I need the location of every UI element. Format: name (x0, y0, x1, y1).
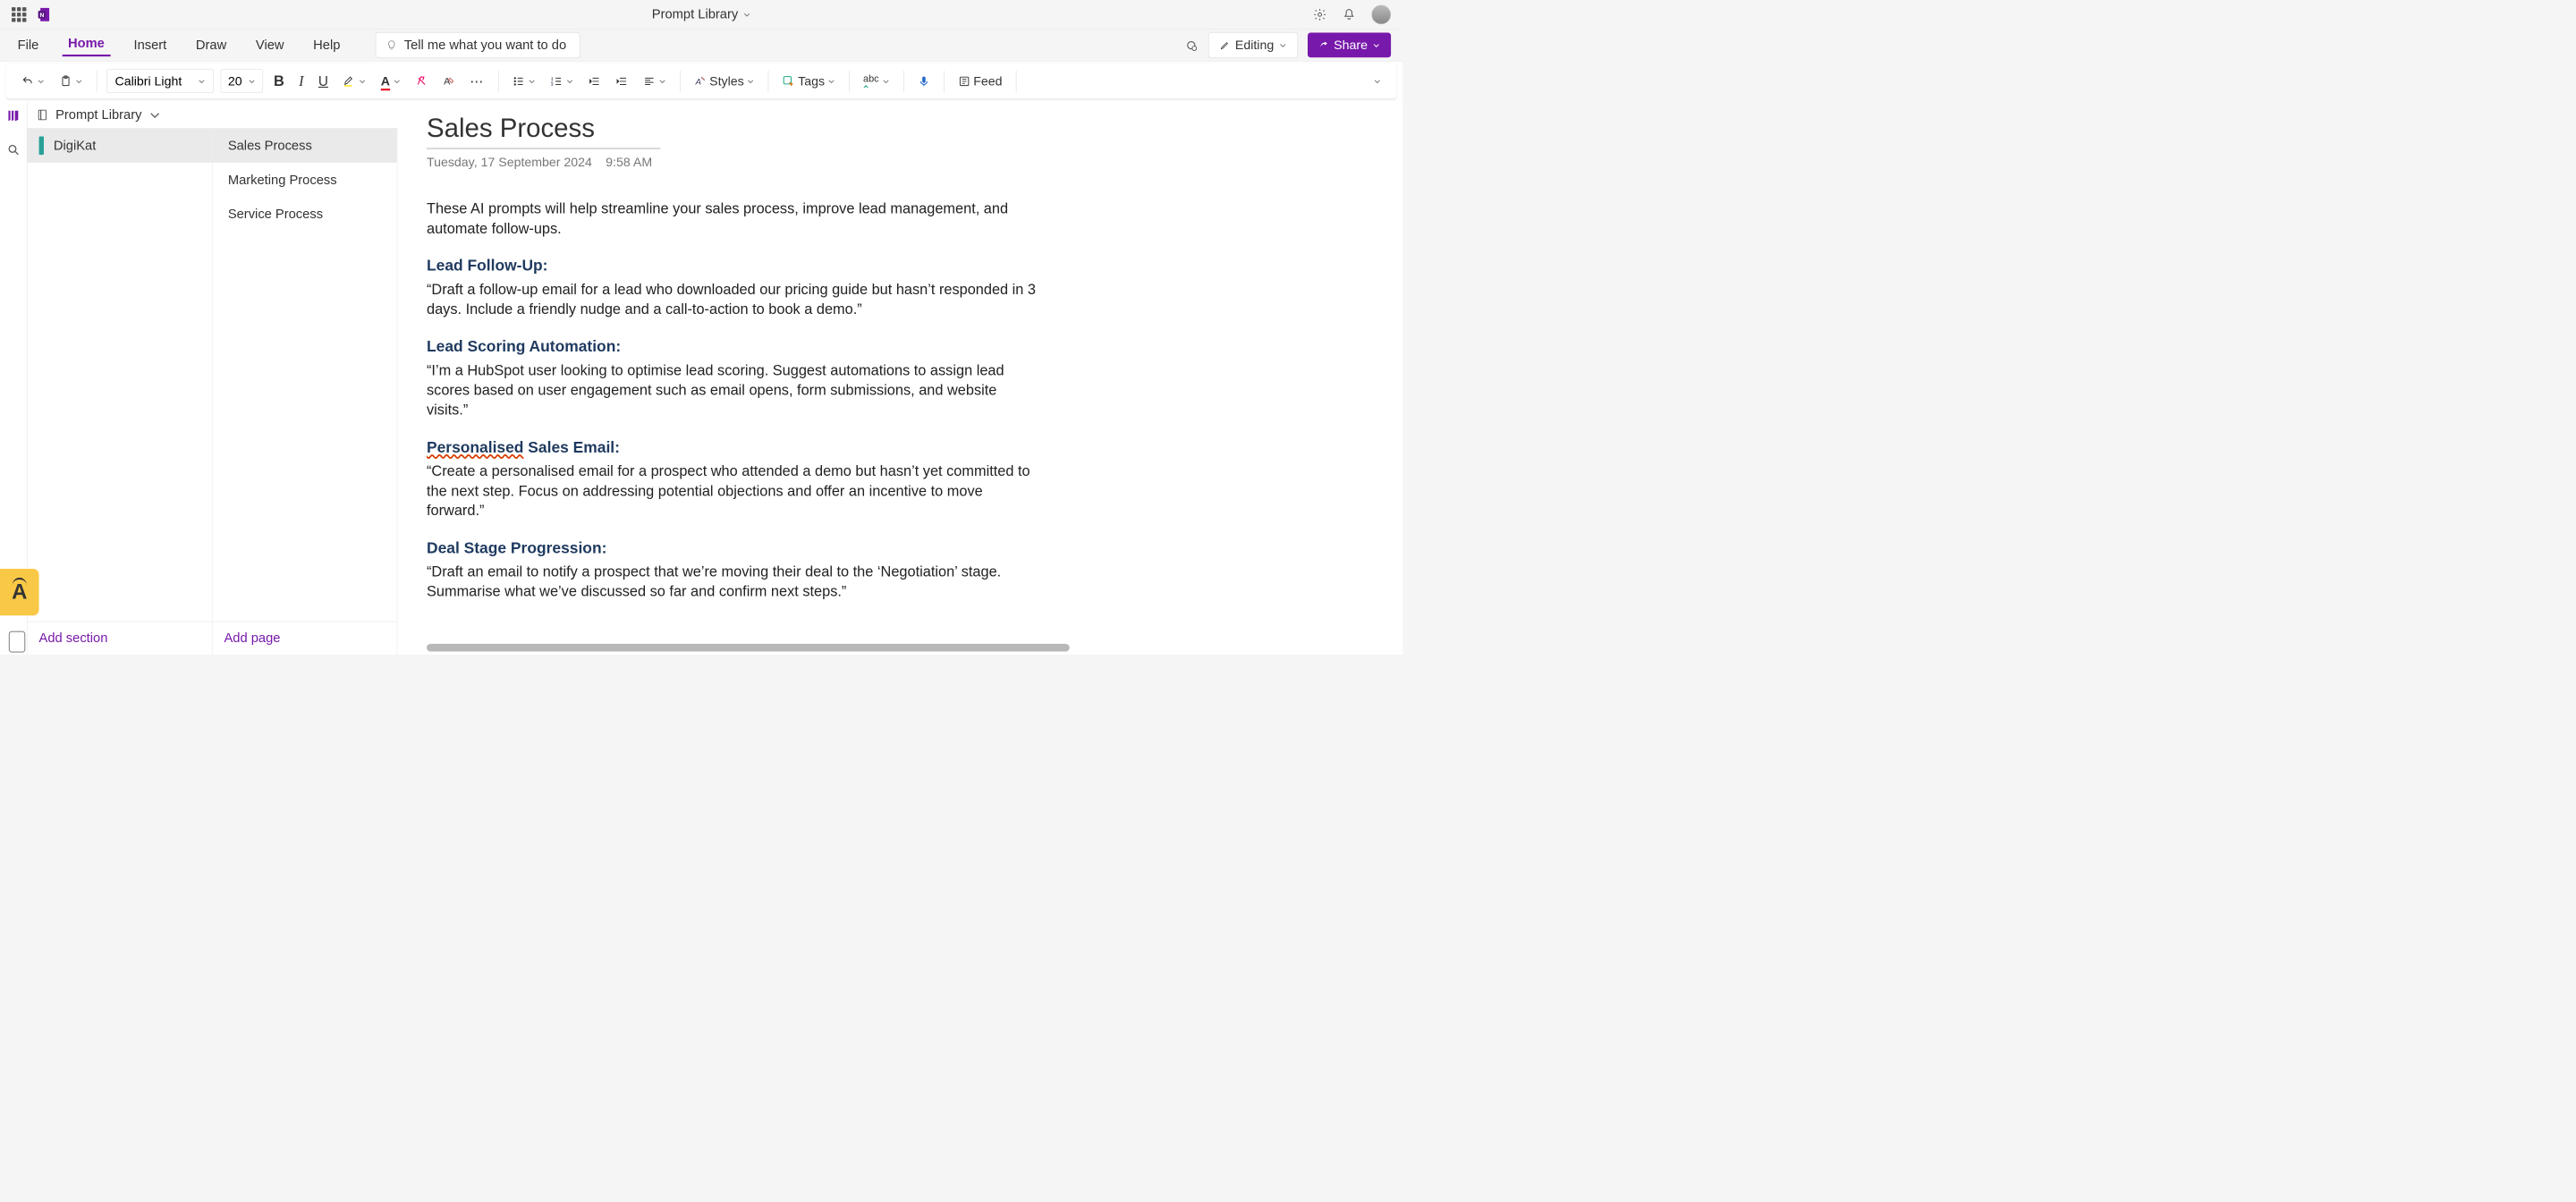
chevron-down-icon (148, 108, 161, 121)
spelling-button[interactable]: abc (860, 71, 894, 91)
feed-button[interactable]: Feed (953, 71, 1005, 91)
title-bar: N Prompt Library (0, 0, 1402, 30)
svg-text:3: 3 (551, 82, 554, 87)
paste-button[interactable] (55, 72, 87, 90)
editing-mode-button[interactable]: Editing (1208, 32, 1298, 58)
content-heading: Lead Scoring Automation: (427, 336, 1040, 358)
lightbulb-icon (386, 39, 397, 51)
bold-button[interactable]: B (270, 70, 289, 92)
app-launcher-icon[interactable] (12, 7, 26, 21)
user-avatar[interactable] (1371, 4, 1391, 24)
bullets-button[interactable] (508, 72, 539, 90)
content-heading: Personalised Sales Email: (427, 436, 1040, 458)
paragraph: “Create a personalised email for a prosp… (427, 461, 1040, 521)
format-painter-button[interactable]: A (438, 72, 459, 90)
undo-button[interactable] (18, 72, 49, 90)
page-item[interactable]: Sales Process (212, 129, 396, 163)
page-date: Tuesday, 17 September 2024 (427, 155, 592, 170)
notebook-name: Prompt Library (55, 107, 141, 123)
add-section-button[interactable]: Add section (27, 622, 211, 655)
ribbon-expand-button[interactable] (1369, 74, 1385, 88)
underline-button[interactable]: U (315, 71, 333, 92)
align-button[interactable] (639, 72, 670, 90)
accessibility-badge[interactable]: A (0, 569, 39, 615)
menu-insert[interactable]: Insert (128, 36, 173, 55)
ribbon-toolbar: Calibri Light 20 B I U A A ⋯ 123 A (6, 63, 1397, 99)
page-list: Sales Process Marketing Process Service … (212, 129, 397, 655)
chevron-down-icon (1372, 41, 1380, 49)
notifications-icon[interactable] (1343, 7, 1356, 21)
menu-draw[interactable]: Draw (190, 36, 232, 55)
page-meta: Tuesday, 17 September 2024 9:58 AM (427, 155, 1374, 170)
add-page-button[interactable]: Add page (212, 622, 396, 655)
font-color-button[interactable]: A (377, 71, 404, 91)
notebook-selector[interactable]: Prompt Library (27, 101, 397, 128)
indent-button[interactable] (612, 72, 632, 90)
pencil-icon (1219, 39, 1230, 50)
more-formatting-button[interactable]: ⋯ (466, 70, 488, 92)
paragraph: “Draft a follow-up email for a lead who … (427, 280, 1040, 319)
tags-button[interactable]: Tags (778, 71, 839, 91)
share-icon (1318, 39, 1329, 50)
menu-bar: File Home Insert Draw View Help Tell me … (0, 30, 1402, 62)
section-list: DigiKat Add section (27, 129, 212, 655)
notebooks-icon[interactable] (5, 108, 21, 123)
chevron-down-icon (1279, 41, 1287, 49)
mobile-icon[interactable] (9, 631, 26, 653)
settings-icon[interactable] (1313, 7, 1326, 21)
svg-text:N: N (40, 13, 45, 19)
clear-formatting-button[interactable] (411, 72, 432, 90)
tell-me-placeholder: Tell me what you want to do (404, 38, 566, 53)
page-item[interactable]: Marketing Process (212, 163, 396, 197)
styles-button[interactable]: A Styles (690, 71, 758, 91)
notebook-icon (36, 108, 48, 121)
svg-text:A: A (694, 76, 700, 86)
sync-status-icon[interactable] (1184, 38, 1199, 52)
page-item[interactable]: Service Process (212, 197, 396, 231)
onenote-icon: N (38, 6, 51, 21)
italic-button[interactable]: I (295, 70, 308, 92)
horizontal-scrollbar[interactable] (427, 644, 1070, 652)
menu-file[interactable]: File (12, 36, 45, 55)
page-title[interactable]: Sales Process (427, 113, 660, 148)
paragraph: “I’m a HubSpot user looking to optimise … (427, 361, 1040, 420)
section-color-tab (39, 136, 44, 155)
font-size-select[interactable]: 20 (221, 69, 263, 93)
dictate-button[interactable] (913, 72, 934, 90)
search-icon[interactable] (6, 143, 20, 157)
content-heading: Lead Follow-Up: (427, 255, 1040, 276)
paragraph: “Draft an email to notify a prospect tha… (427, 563, 1040, 602)
menu-home[interactable]: Home (62, 34, 110, 57)
page-canvas[interactable]: Sales Process Tuesday, 17 September 2024… (397, 101, 1402, 655)
section-label: DigiKat (54, 138, 96, 153)
paragraph: These AI prompts will help streamline yo… (427, 199, 1040, 239)
outdent-button[interactable] (584, 72, 605, 90)
section-item[interactable]: DigiKat (27, 129, 211, 163)
chevron-down-icon (743, 11, 751, 19)
share-button[interactable]: Share (1308, 32, 1391, 57)
page-body[interactable]: These AI prompts will help streamline yo… (427, 199, 1040, 602)
menu-help[interactable]: Help (308, 36, 346, 55)
tell-me-search[interactable]: Tell me what you want to do (376, 32, 580, 58)
highlight-button[interactable] (339, 72, 370, 90)
page-time: 9:58 AM (606, 155, 652, 170)
notebook-title[interactable]: Prompt Library (652, 7, 751, 22)
content-heading: Deal Stage Progression: (427, 538, 1040, 559)
menu-view[interactable]: View (250, 36, 290, 55)
numbering-button[interactable]: 123 (547, 72, 578, 90)
font-name-select[interactable]: Calibri Light (106, 69, 214, 93)
